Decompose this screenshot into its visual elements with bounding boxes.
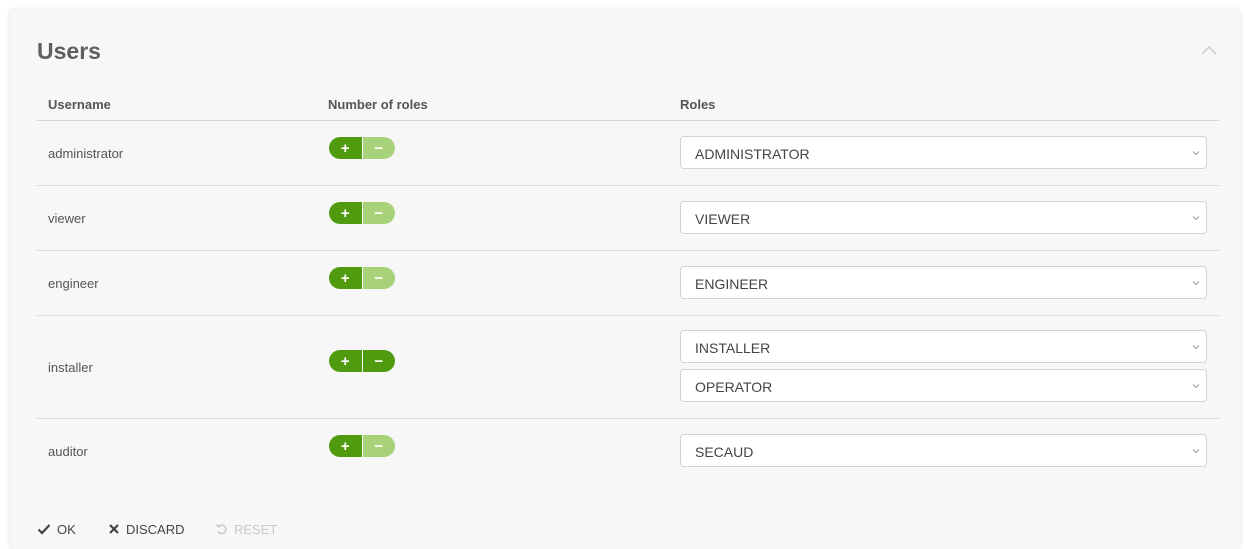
chevron-up-icon — [1201, 46, 1217, 55]
reset-label: RESET — [234, 521, 278, 537]
remove-role-button[interactable]: − — [362, 350, 395, 372]
role-select-value: INSTALLER — [695, 340, 771, 356]
role-select[interactable]: OPERATOR — [680, 369, 1207, 402]
add-role-button[interactable]: + — [329, 202, 363, 224]
username-cell: engineer — [48, 276, 99, 291]
table-row: administrator + − ADMINISTRATOR — [37, 121, 1219, 186]
role-select[interactable]: INSTALLER — [680, 330, 1207, 363]
role-select[interactable]: ENGINEER — [680, 266, 1207, 299]
roles-stepper: + − — [329, 202, 395, 224]
ok-button[interactable]: OK — [37, 521, 76, 537]
chevron-down-icon — [1192, 345, 1200, 350]
role-select[interactable]: SECAUD — [680, 434, 1207, 467]
ok-label: OK — [57, 521, 76, 537]
remove-role-button[interactable]: − — [362, 137, 395, 159]
role-select-value: OPERATOR — [695, 379, 773, 395]
table-row: auditor + − SECAUD — [37, 419, 1219, 483]
chevron-down-icon — [1192, 151, 1200, 156]
username-cell: administrator — [48, 146, 124, 161]
discard-label: DISCARD — [126, 521, 185, 537]
reset-button[interactable]: RESET — [215, 521, 277, 537]
chevron-down-icon — [1192, 281, 1200, 286]
table-row: engineer + − ENGINEER — [37, 251, 1219, 316]
add-role-button[interactable]: + — [329, 267, 363, 289]
username-cell: viewer — [48, 211, 86, 226]
role-select-value: ADMINISTRATOR — [695, 146, 810, 162]
username-cell: auditor — [48, 444, 88, 459]
column-header-username: Username — [48, 97, 111, 112]
users-panel: Users Username Number of roles Roles adm… — [10, 10, 1240, 549]
role-select[interactable]: VIEWER — [680, 201, 1207, 234]
discard-button[interactable]: DISCARD — [108, 521, 185, 537]
remove-role-button[interactable]: − — [362, 435, 395, 457]
chevron-down-icon — [1192, 384, 1200, 389]
x-icon — [109, 524, 119, 534]
table-row: installer + − INSTALLER OPERATOR — [37, 316, 1219, 419]
check-icon — [37, 524, 51, 535]
collapse-button[interactable] — [1199, 42, 1219, 58]
roles-stepper: + − — [329, 435, 395, 457]
add-role-button[interactable]: + — [329, 350, 363, 372]
add-role-button[interactable]: + — [329, 435, 363, 457]
remove-role-button[interactable]: − — [362, 267, 395, 289]
roles-stepper: + − — [329, 267, 395, 289]
table-row: viewer + − VIEWER — [37, 186, 1219, 251]
role-select[interactable]: ADMINISTRATOR — [680, 136, 1207, 169]
role-select-value: VIEWER — [695, 211, 751, 227]
chevron-down-icon — [1192, 216, 1200, 221]
role-select-value: SECAUD — [695, 444, 754, 460]
undo-icon — [215, 523, 227, 535]
roles-stepper: + − — [329, 350, 395, 372]
role-select-value: ENGINEER — [695, 276, 769, 292]
remove-role-button[interactable]: − — [362, 202, 395, 224]
roles-stepper: + − — [329, 137, 395, 159]
panel-title: Users — [37, 38, 101, 64]
username-cell: installer — [48, 360, 93, 375]
column-header-roles: Roles — [680, 97, 716, 112]
add-role-button[interactable]: + — [329, 137, 363, 159]
chevron-down-icon — [1192, 449, 1200, 454]
column-header-number-of-roles: Number of roles — [328, 97, 428, 112]
